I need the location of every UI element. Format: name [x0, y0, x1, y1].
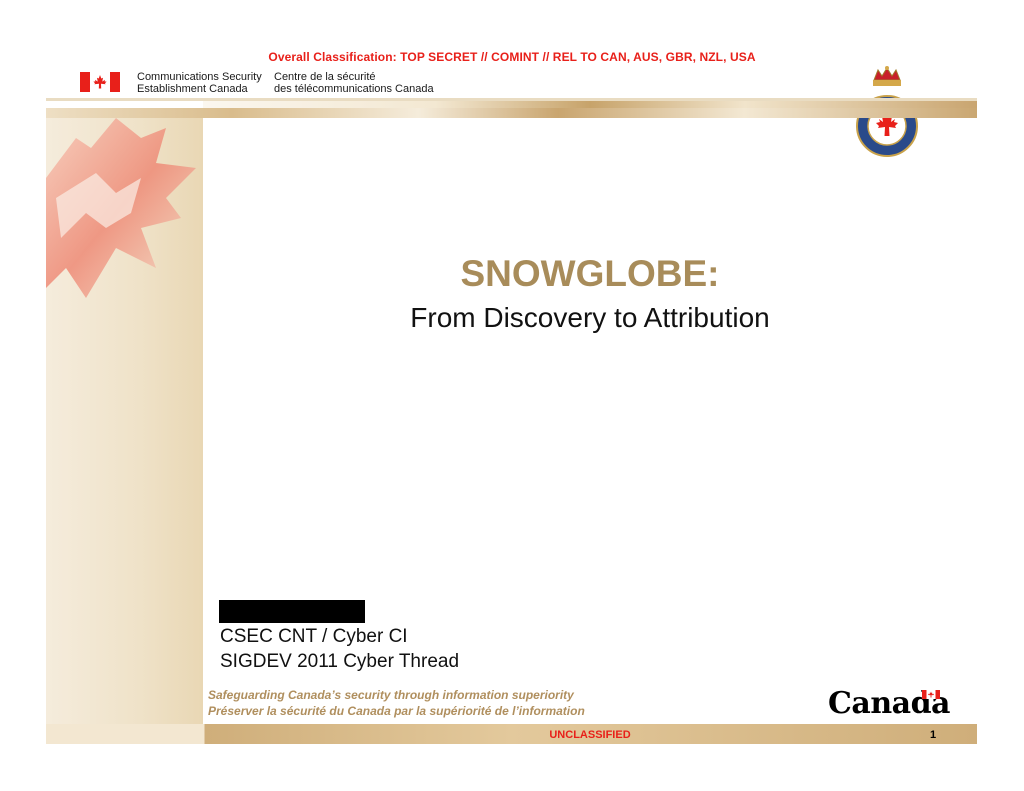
header-gold-band — [203, 101, 977, 108]
header-gold-stripe — [46, 108, 977, 118]
tagline-english: Safeguarding Canada’s security through i… — [208, 688, 574, 702]
author-line-1: CSEC CNT / Cyber CI — [220, 626, 408, 647]
page-number: 1 — [930, 729, 937, 741]
slide-title: SNOWGLOBE: — [460, 253, 720, 294]
slide-subtitle: From Discovery to Attribution — [410, 302, 770, 333]
canada-flag-icon — [80, 72, 120, 92]
classification-banner-top: Overall Classification: TOP SECRET // CO… — [268, 50, 756, 64]
maple-leaf-icon — [46, 118, 196, 298]
org-en-line-2: Establishment Canada — [137, 83, 248, 95]
org-fr-line-2: des télécommunications Canada — [274, 83, 434, 95]
redaction-box — [219, 600, 365, 623]
classification-banner-bottom: UNCLASSIFIED — [549, 729, 631, 741]
org-name-french: Centre de la sécurité des télécommunicat… — [274, 71, 434, 95]
org-fr-line-1: Centre de la sécurité — [274, 71, 376, 83]
org-name-english: Communications Security Establishment Ca… — [137, 71, 262, 95]
tagline-french: Préserver la sécurité du Canada par la s… — [208, 704, 585, 718]
author-line-2: SIGDEV 2011 Cyber Thread — [220, 651, 460, 672]
canada-flag-icon — [922, 690, 940, 699]
org-en-line-1: Communications Security — [137, 71, 262, 83]
